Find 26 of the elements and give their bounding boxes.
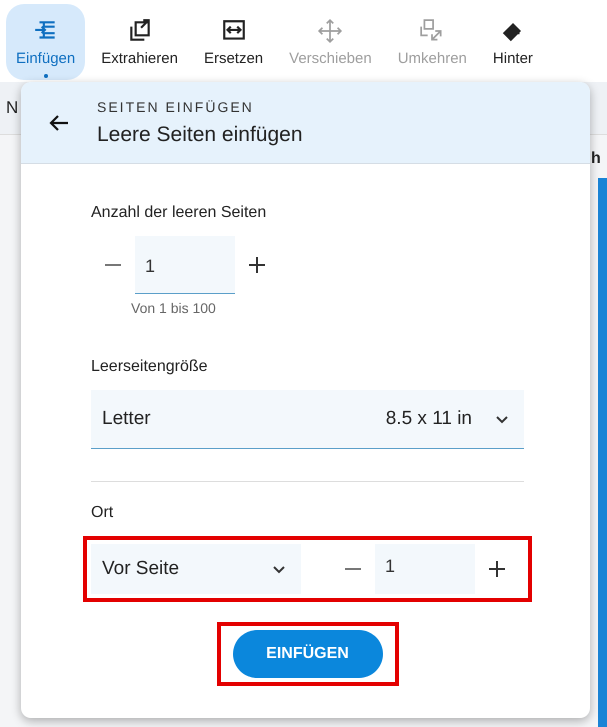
tool-icon	[317, 18, 344, 44]
field-label: Anzahl der leeren Seiten	[91, 204, 268, 222]
minus-icon	[343, 567, 363, 571]
position-value: Vor Seite	[102, 558, 180, 580]
size-dropdown[interactable]: Letter 8.5 x 11 in	[91, 390, 524, 449]
page-field[interactable]: 1	[375, 544, 475, 594]
text-fragment: h	[591, 150, 601, 168]
field-label: Ort	[91, 504, 114, 522]
position-dropdown[interactable]: Vor Seite	[91, 544, 301, 594]
range-hint: Von 1 bis 100	[131, 300, 217, 316]
count-field[interactable]: 1	[135, 236, 235, 294]
size-dimensions: 8.5 x 11 in	[386, 408, 472, 430]
field-label: Leerseitengröße	[91, 358, 209, 376]
plus-icon	[247, 255, 267, 275]
size-value: Letter	[102, 408, 152, 430]
toolbar-button[interactable]: Ersetzen	[194, 4, 274, 80]
plus-icon	[487, 559, 507, 579]
toolbar-button[interactable]: Extrahieren	[91, 4, 188, 80]
panel-eyebrow: SEITEN EINFÜGEN	[97, 98, 255, 114]
toolbar-button[interactable]: Hinter	[482, 4, 543, 80]
panel-title: Leere Seiten einfügen	[97, 122, 302, 146]
minus-icon	[103, 263, 123, 267]
toolbar-button[interactable]: Einfügen	[6, 4, 86, 80]
selected-dot	[44, 74, 48, 78]
tab-fragment: N	[6, 98, 18, 118]
insert-button[interactable]: EINFÜGEN	[232, 630, 382, 678]
